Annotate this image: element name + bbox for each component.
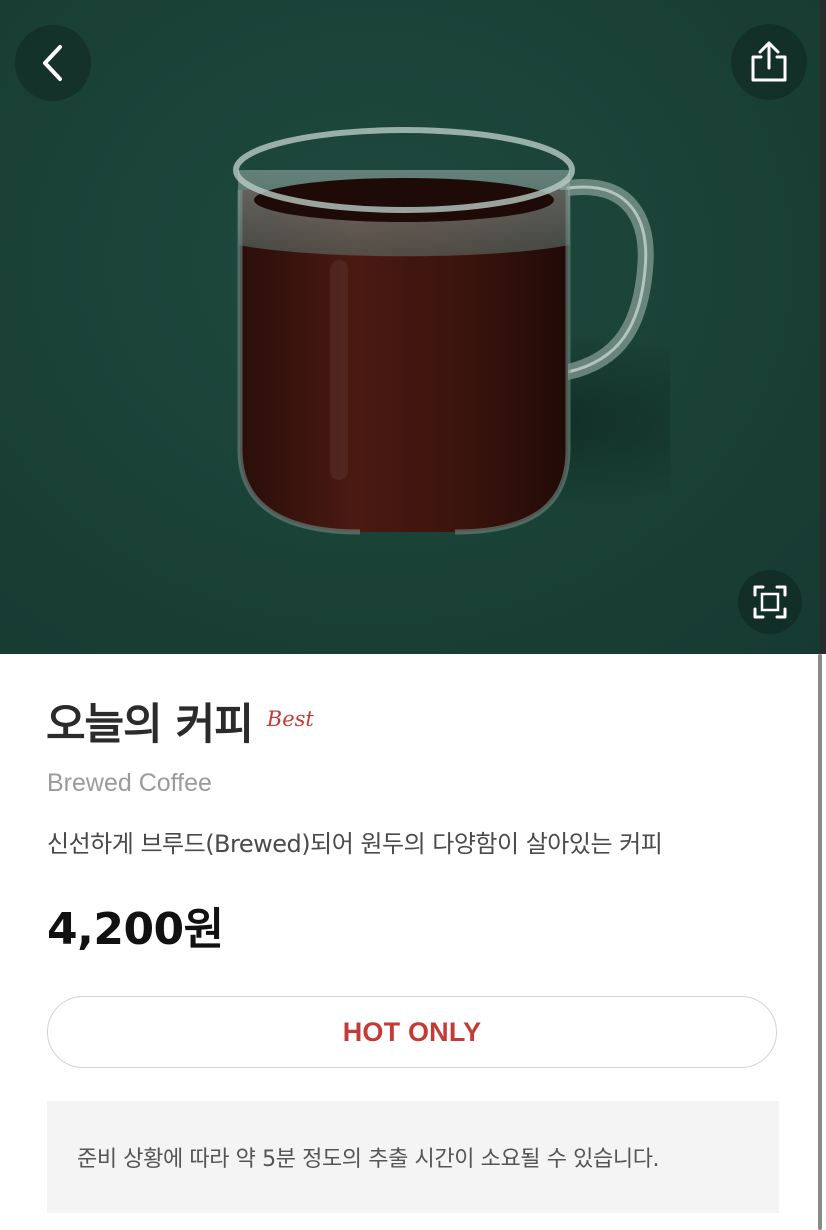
share-button[interactable] [731,24,807,100]
window-edge [820,0,826,654]
product-english-name: Brewed Coffee [47,769,212,797]
back-button[interactable] [15,25,91,101]
fullscreen-button[interactable] [738,570,802,634]
product-title-row: 오늘의 커피 Best [46,695,314,755]
expand-frame-icon [753,585,787,619]
chevron-left-icon [43,45,62,81]
hot-only-option-button[interactable]: HOT ONLY [47,996,777,1068]
product-detail-screen: 오늘의 커피 Best Brewed Coffee 신선하게 브루드(Brewe… [0,0,826,1230]
product-price: 4,200원 [47,904,224,955]
notice-text: 준비 상황에 따라 약 5분 정도의 추출 시간이 소요될 수 있습니다. [77,1147,660,1172]
best-badge: Best [266,707,314,731]
product-name: 오늘의 커피 [46,700,254,750]
mug-icon [233,127,670,535]
share-icon [751,41,787,82]
option-label: HOT ONLY [342,1016,482,1047]
product-description: 신선하게 브루드(Brewed)되어 원두의 다양함이 살아있는 커피 [47,830,663,858]
product-image [0,0,826,654]
scrollbar[interactable] [818,654,822,1230]
preparation-notice: 준비 상황에 따라 약 5분 정도의 추출 시간이 소요될 수 있습니다. [47,1101,779,1213]
